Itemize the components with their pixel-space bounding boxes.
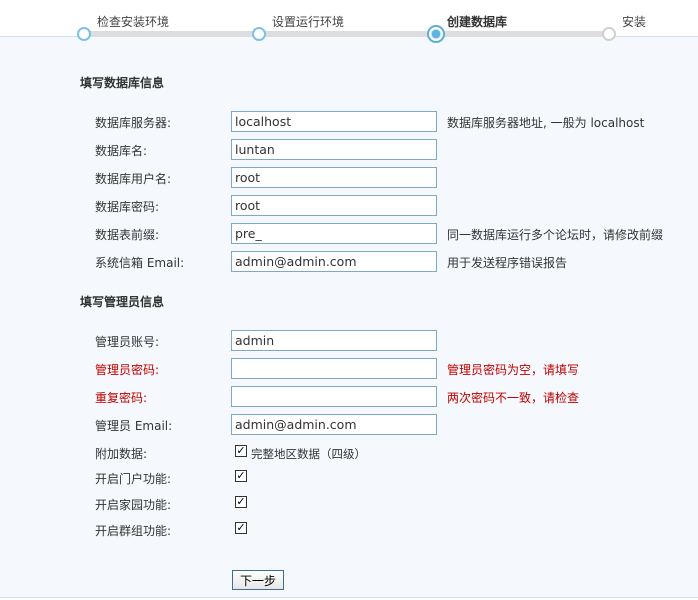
portal-checkbox[interactable]: ✓	[235, 470, 247, 482]
step-check-env-label: 检查安装环境	[97, 15, 170, 29]
step-create-db-label: 创建数据库	[447, 15, 508, 29]
progress-track	[84, 31, 610, 37]
group-checkbox[interactable]: ✓	[235, 522, 247, 534]
db-password-row: 数据库密码:	[0, 195, 698, 217]
extra-data-label: 附加数据:	[95, 447, 148, 461]
admin-account-input[interactable]	[231, 330, 437, 351]
db-password-input[interactable]	[231, 195, 437, 216]
step-done-dot-icon	[252, 27, 266, 41]
db-section-title: 填写数据库信息	[80, 76, 165, 90]
portal-row: 开启门户功能: ✓	[0, 467, 698, 489]
extra-data-checkbox[interactable]: ✓	[235, 445, 247, 457]
db-name-label: 数据库名:	[95, 144, 148, 158]
db-prefix-row: 数据表前缀: 同一数据库运行多个论坛时，请修改前缀	[0, 223, 698, 245]
admin-password-label: 管理员密码:	[95, 363, 160, 377]
admin-email-label: 管理员 Email:	[95, 419, 173, 433]
step-active-dot-icon	[427, 25, 445, 43]
portal-label: 开启门户功能:	[95, 472, 172, 486]
group-label: 开启群组功能:	[95, 524, 172, 538]
next-step-button[interactable]: 下一步	[232, 570, 284, 590]
repeat-password-label: 重复密码:	[95, 391, 148, 405]
admin-account-label: 管理员账号:	[95, 335, 160, 349]
db-user-label: 数据库用户名:	[95, 172, 172, 186]
admin-password-row: 管理员密码: 管理员密码为空，请填写	[0, 358, 698, 380]
repeat-password-row: 重复密码: 两次密码不一致，请检查	[0, 386, 698, 408]
admin-password-input[interactable]	[231, 358, 437, 379]
system-email-row: 系统信箱 Email: 用于发送程序错误报告	[0, 251, 698, 273]
system-email-label: 系统信箱 Email:	[95, 256, 185, 270]
db-name-row: 数据库名:	[0, 139, 698, 161]
install-progress-stepper: 检查安装环境 设置运行环境 创建数据库 安装	[0, 0, 698, 46]
db-password-label: 数据库密码:	[95, 200, 160, 214]
extra-data-row: 附加数据: ✓ 完整地区数据（四级）	[0, 442, 698, 464]
step-pending-dot-icon	[602, 27, 616, 41]
admin-account-row: 管理员账号:	[0, 330, 698, 352]
db-user-input[interactable]	[231, 167, 437, 188]
admin-password-error: 管理员密码为空，请填写	[447, 363, 580, 377]
db-prefix-input[interactable]	[231, 223, 437, 244]
db-server-label: 数据库服务器:	[95, 116, 172, 130]
admin-email-input[interactable]	[231, 414, 437, 435]
extra-data-checkbox-label[interactable]: 完整地区数据（四级）	[251, 446, 366, 462]
system-email-hint: 用于发送程序错误报告	[447, 256, 568, 270]
home-checkbox[interactable]: ✓	[235, 496, 247, 508]
db-user-row: 数据库用户名:	[0, 167, 698, 189]
repeat-password-input[interactable]	[231, 386, 437, 407]
home-row: 开启家园功能: ✓	[0, 493, 698, 515]
repeat-password-error: 两次密码不一致，请检查	[447, 391, 580, 405]
db-prefix-label: 数据表前缀:	[95, 228, 160, 242]
db-server-hint: 数据库服务器地址, 一般为 localhost	[447, 116, 645, 130]
db-server-input[interactable]	[231, 111, 437, 132]
db-server-row: 数据库服务器: 数据库服务器地址, 一般为 localhost	[0, 111, 698, 133]
home-label: 开启家园功能:	[95, 498, 172, 512]
step-setup-env-label: 设置运行环境	[272, 15, 345, 29]
step-done-dot-icon	[77, 27, 91, 41]
db-prefix-hint: 同一数据库运行多个论坛时，请修改前缀	[447, 228, 664, 242]
step-install-label: 安装	[622, 15, 647, 29]
admin-email-row: 管理员 Email:	[0, 414, 698, 436]
admin-section-title: 填写管理员信息	[80, 295, 165, 309]
db-name-input[interactable]	[231, 139, 437, 160]
group-row: 开启群组功能: ✓	[0, 519, 698, 541]
system-email-input[interactable]	[231, 251, 437, 272]
